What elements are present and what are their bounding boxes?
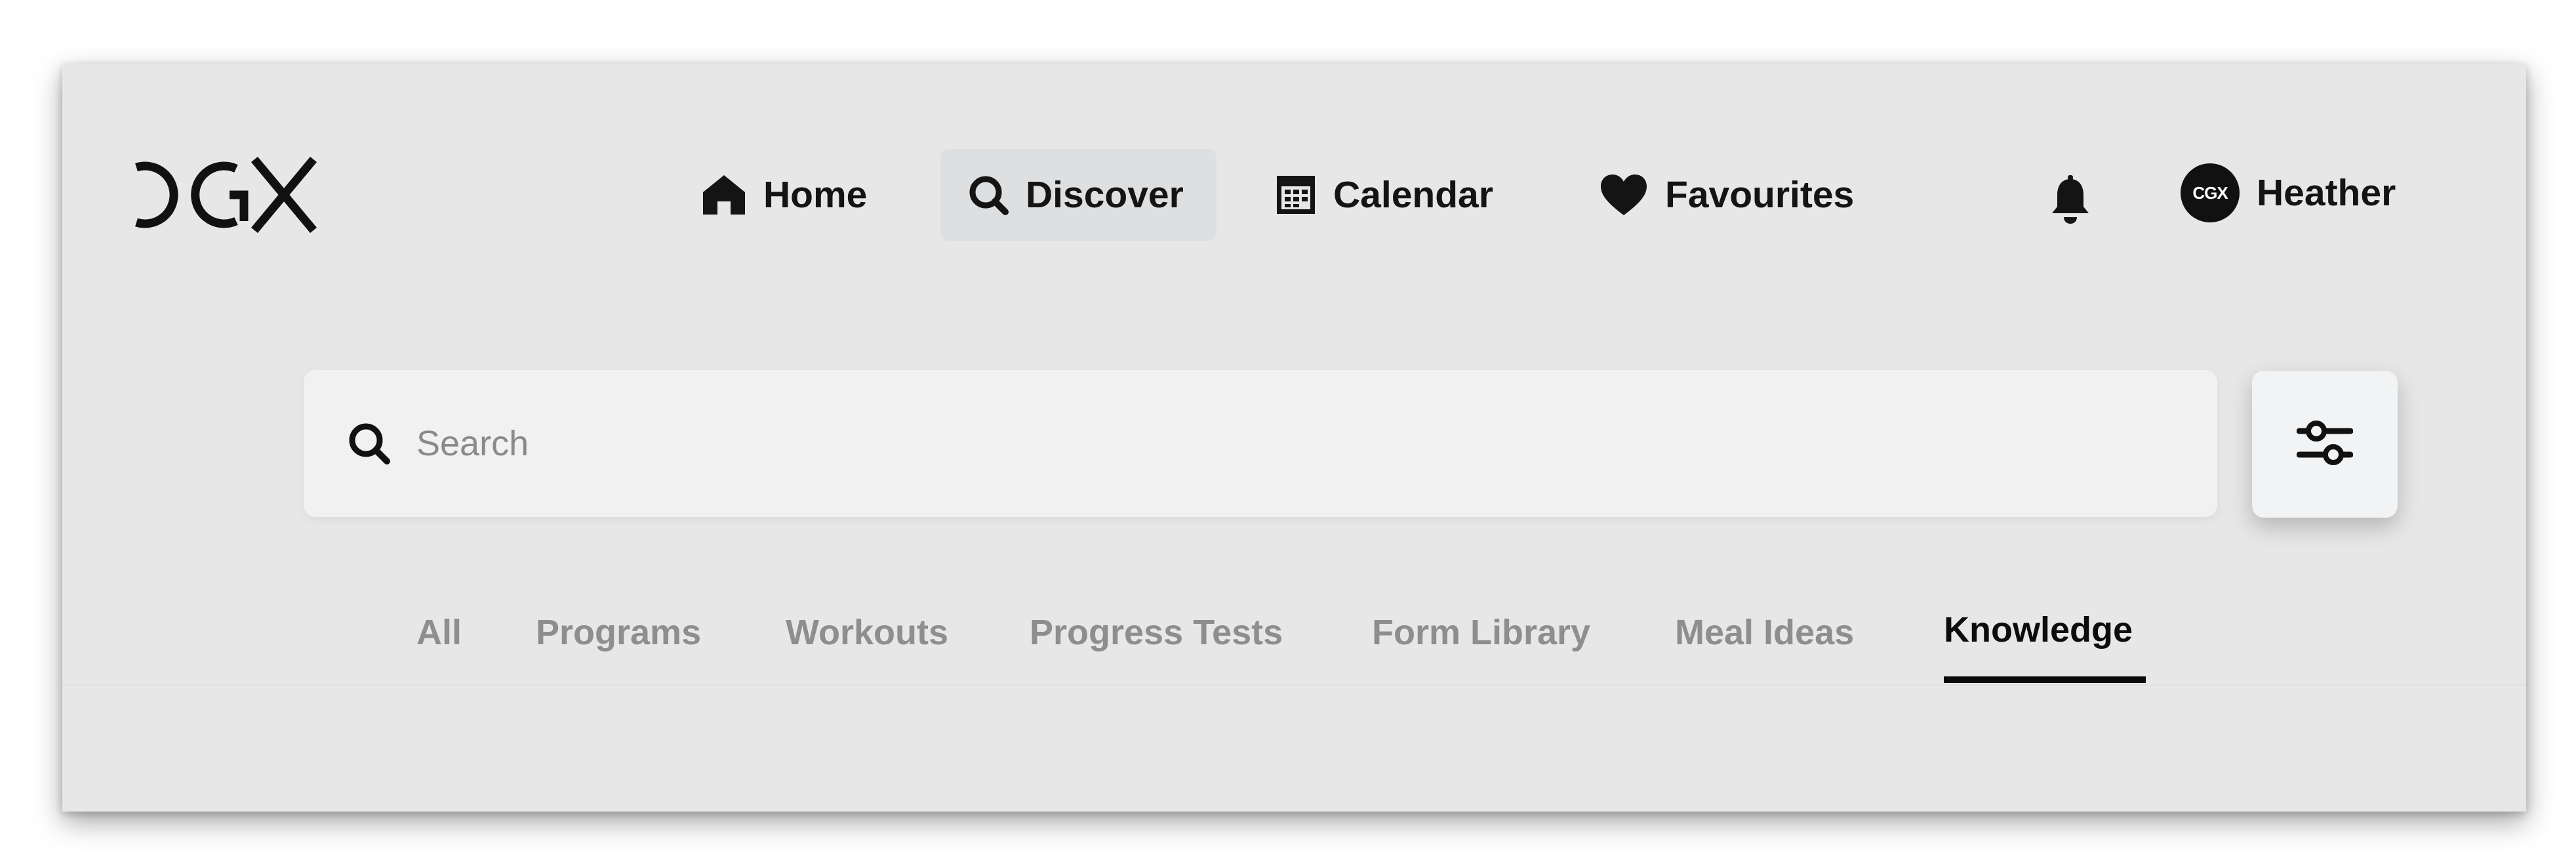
calendar-icon <box>1276 175 1316 215</box>
divider <box>62 684 2526 686</box>
category-tabs: All Programs Workouts Progress Tests For… <box>62 588 2526 684</box>
cgx-logo[interactable] <box>131 155 318 234</box>
nav-favourites[interactable]: Favourites <box>1580 149 1874 241</box>
search-bar[interactable] <box>304 370 2217 517</box>
filter-button[interactable] <box>2252 371 2398 518</box>
search-input[interactable] <box>415 423 2120 464</box>
avatar: CGX <box>2181 163 2240 222</box>
tab-progress-tests[interactable]: Progress Tests <box>1030 612 1283 653</box>
tab-knowledge[interactable]: Knowledge <box>1944 609 2133 650</box>
app-window: Home Discover Calendar Favourites CGX He… <box>62 64 2526 812</box>
bell-icon[interactable] <box>2049 174 2091 226</box>
search-icon <box>968 175 1009 215</box>
nav-home-label: Home <box>763 174 868 216</box>
nav-calendar[interactable]: Calendar <box>1256 149 1513 241</box>
nav-discover[interactable]: Discover <box>940 149 1217 241</box>
home-icon <box>702 174 746 216</box>
tab-workouts[interactable]: Workouts <box>786 612 948 653</box>
profile-menu[interactable]: CGX Heather <box>2181 162 2396 224</box>
nav-calendar-label: Calendar <box>1333 174 1493 216</box>
tab-form-library[interactable]: Form Library <box>1372 612 1590 653</box>
nav-favourites-label: Favourites <box>1665 174 1855 216</box>
nav-home[interactable]: Home <box>682 149 887 241</box>
profile-name: Heather <box>2257 172 2396 214</box>
heart-icon <box>1600 173 1648 216</box>
search-icon <box>348 423 390 464</box>
tab-all[interactable]: All <box>416 612 462 653</box>
tab-programs[interactable]: Programs <box>536 612 701 653</box>
nav-discover-label: Discover <box>1026 174 1184 216</box>
sliders-icon <box>2296 419 2354 470</box>
avatar-logo: CGX <box>2192 182 2228 203</box>
tab-meal-ideas[interactable]: Meal Ideas <box>1675 612 1854 653</box>
active-tab-indicator <box>1944 676 2146 683</box>
